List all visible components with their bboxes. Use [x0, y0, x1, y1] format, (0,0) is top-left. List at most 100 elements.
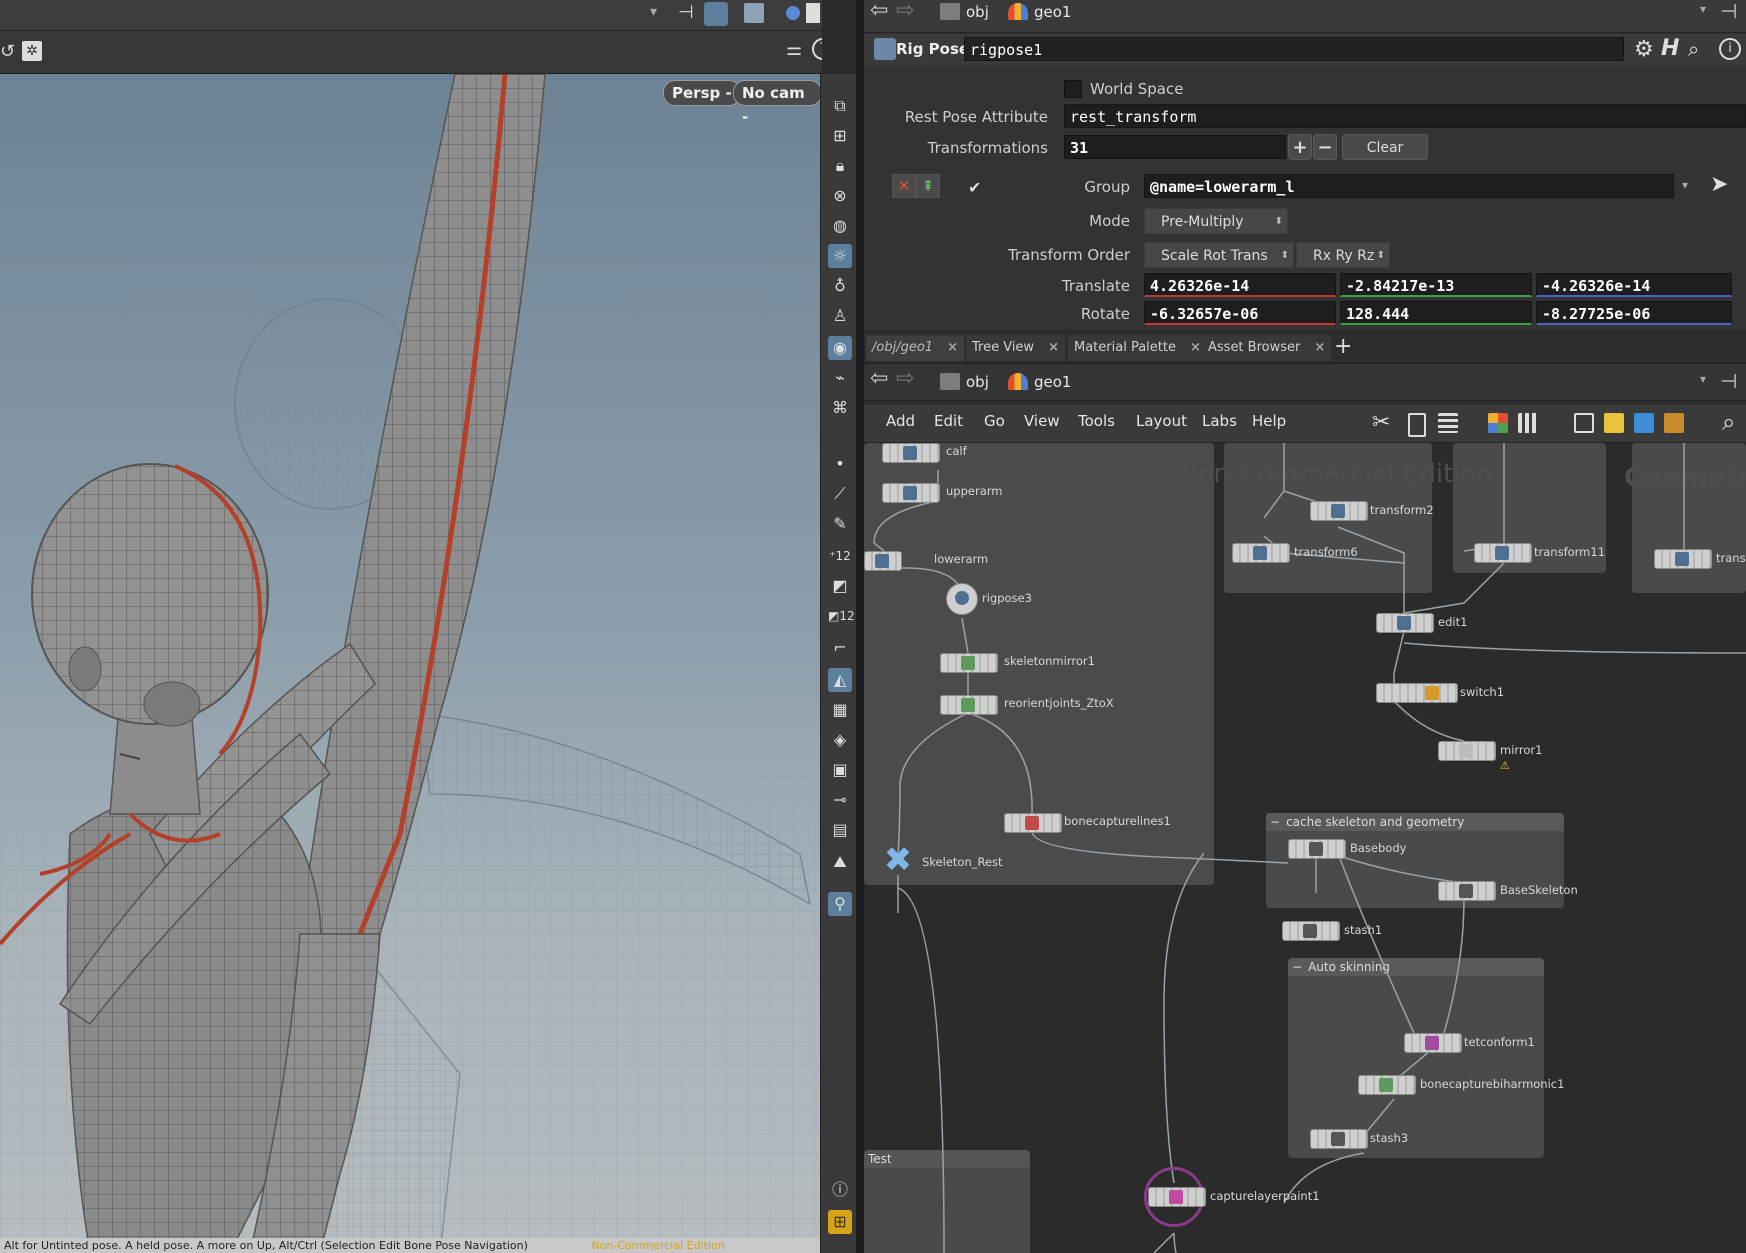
close-icon[interactable]: × — [1314, 340, 1325, 355]
menu-tools[interactable]: Tools — [1078, 412, 1115, 430]
pin-location-icon[interactable]: ⚲ — [828, 892, 852, 916]
node-tetconform1[interactable] — [1404, 1033, 1462, 1053]
shaded-icon[interactable]: ◭ — [828, 668, 852, 692]
point-number-icon[interactable]: ⁺12 — [828, 544, 852, 568]
brush-icon[interactable]: ✎ — [828, 512, 852, 536]
rotate-x-field[interactable]: -6.32657e-06 — [1144, 301, 1336, 325]
breadcrumb-obj[interactable]: obj — [936, 0, 989, 24]
tree-layout-icon[interactable] — [1408, 413, 1426, 437]
translate-x-field[interactable]: 4.26326e-14 — [1144, 273, 1336, 297]
sphere-icon[interactable] — [786, 6, 800, 20]
node-skeleton-rest[interactable]: ✖ — [878, 843, 918, 877]
color-palette-icon[interactable] — [1488, 413, 1508, 433]
visualize-icon[interactable]: ⌁ — [828, 366, 852, 390]
back-arrow-icon[interactable]: ⇦ — [870, 0, 888, 23]
display-mode-icon[interactable] — [704, 2, 728, 26]
view-settings-icon[interactable]: ⚌ — [786, 39, 802, 60]
remove-transformation-button[interactable]: − — [1313, 134, 1337, 160]
viewport-layout-icon[interactable]: ⊞ — [828, 1210, 852, 1234]
dot-network-icon[interactable] — [1664, 413, 1684, 433]
headlight-icon[interactable]: ◍ — [828, 214, 852, 238]
node-transform11[interactable] — [1474, 543, 1532, 563]
node-reorientjoints[interactable] — [940, 695, 998, 715]
viewport-3d-scene[interactable] — [0, 74, 820, 1253]
info-icon[interactable]: ⓘ — [828, 1178, 852, 1202]
tab-network-geo1[interactable]: /obj/geo1 × — [866, 335, 964, 361]
tab-asset-browser[interactable]: Asset Browser × — [1202, 335, 1332, 361]
help-h-icon[interactable]: H — [1661, 36, 1679, 61]
rotation-order-menu[interactable]: Rx Ry Rz ⬍ — [1296, 242, 1390, 268]
group-dropdown-icon[interactable]: ▾ — [1682, 178, 1688, 192]
path-dropdown-icon[interactable]: ▾ — [1700, 2, 1706, 16]
normals-icon[interactable]: ⊸ — [828, 788, 852, 812]
node-edit1[interactable] — [1376, 613, 1434, 633]
node-calf[interactable] — [882, 443, 940, 463]
world-space-checkbox[interactable] — [1064, 80, 1082, 98]
layout-icon[interactable] — [806, 3, 820, 23]
node-basebody[interactable] — [1288, 839, 1346, 859]
network-breadcrumb-geo[interactable]: geo1 — [1004, 370, 1071, 394]
sticky-note-icon[interactable] — [1604, 413, 1624, 433]
node-bonecapturebiharmonic1[interactable] — [1358, 1075, 1416, 1095]
node-capturelayerpaint1[interactable] — [1148, 1187, 1206, 1207]
refresh-icon[interactable]: ↺ — [0, 41, 15, 62]
node-stash1[interactable] — [1282, 921, 1340, 941]
node-mirror1[interactable] — [1438, 741, 1496, 761]
node-rigpose3[interactable] — [946, 583, 978, 615]
cube-icon[interactable] — [744, 3, 764, 23]
search-icon[interactable]: ⌕ — [1688, 37, 1699, 61]
node-transf[interactable] — [1654, 549, 1712, 569]
lock-icon[interactable]: 🔒︎ — [828, 154, 852, 178]
lighting-icon[interactable]: ☼ — [828, 244, 852, 268]
transformations-count-field[interactable]: 31 — [1064, 135, 1286, 159]
rest-pose-attribute-field[interactable]: rest_transform — [1064, 104, 1746, 128]
add-tab-icon[interactable]: + — [1334, 334, 1352, 359]
gear-icon[interactable]: ⚙ — [1634, 37, 1654, 62]
rotate-z-field[interactable]: -8.27725e-06 — [1536, 301, 1732, 325]
path-dropdown-icon[interactable]: ▾ — [1700, 372, 1706, 386]
pane-splitter[interactable] — [856, 0, 864, 1253]
clear-button[interactable]: Clear — [1342, 134, 1428, 160]
background-image-icon[interactable] — [1634, 413, 1654, 433]
background-image-icon[interactable]: ⛰ — [828, 850, 852, 874]
node-bonecapturelines1[interactable] — [1004, 813, 1062, 833]
edge-icon[interactable]: ⌐ — [828, 636, 852, 660]
menu-view[interactable]: View — [1024, 412, 1060, 430]
point-icon[interactable]: • — [828, 452, 852, 476]
node-name-field[interactable]: rigpose1 — [964, 37, 1624, 61]
tools-wrench-icon[interactable]: ✂ — [1372, 410, 1390, 435]
pin-pane-icon[interactable]: ⊣ — [1720, 0, 1737, 23]
node-stash3[interactable] — [1310, 1129, 1368, 1149]
breadcrumb-geo[interactable]: geo1 — [1004, 0, 1071, 24]
info-icon[interactable]: i — [1719, 38, 1741, 60]
primitive-number-icon[interactable]: ◩12 — [828, 604, 855, 628]
transform-order-menu[interactable]: Scale Rot Trans ⬍ — [1144, 242, 1294, 268]
close-icon[interactable]: × — [947, 340, 958, 355]
point-normal-icon[interactable]: ⟋ — [828, 482, 852, 506]
tab-tree-view[interactable]: Tree View × — [966, 335, 1065, 361]
checker-icon[interactable]: ▦ — [828, 698, 852, 722]
camera-menu[interactable]: No cam - — [733, 80, 822, 126]
menu-edit[interactable]: Edit — [934, 412, 963, 430]
xray-icon[interactable]: ⊗ — [828, 184, 852, 208]
node-transform2[interactable] — [1310, 501, 1368, 521]
render-view-icon[interactable]: ▣ — [828, 758, 852, 782]
grid-view-icon[interactable] — [1518, 413, 1538, 433]
node-switch1[interactable] — [1376, 683, 1458, 703]
camera-rig-icon[interactable]: ⌘ — [828, 396, 852, 420]
menu-help[interactable]: Help — [1252, 412, 1286, 430]
menu-layout[interactable]: Layout — [1136, 412, 1187, 430]
group-field[interactable]: @name=lowerarm_l — [1144, 174, 1674, 198]
node-upperarm[interactable] — [882, 483, 940, 503]
rotate-y-field[interactable]: 128.444 — [1340, 301, 1532, 325]
network-editor-canvas[interactable]: Non-Commercial Edition Geometr − cache sk… — [864, 443, 1746, 1253]
translate-y-field[interactable]: -2.84217e-13 — [1340, 273, 1532, 297]
select-arrow-icon[interactable]: ➤ — [1710, 172, 1728, 197]
template-icon[interactable]: ⊞ — [828, 124, 852, 148]
bone-display-icon[interactable]: ♙ — [828, 304, 852, 328]
back-arrow-icon[interactable]: ⇦ — [870, 366, 888, 391]
menu-go[interactable]: Go — [984, 412, 1005, 430]
node-lowerarm[interactable] — [864, 551, 902, 571]
pin-pane-icon[interactable]: ⊣ — [1720, 369, 1737, 393]
uv-icon[interactable]: ◈ — [828, 728, 852, 752]
